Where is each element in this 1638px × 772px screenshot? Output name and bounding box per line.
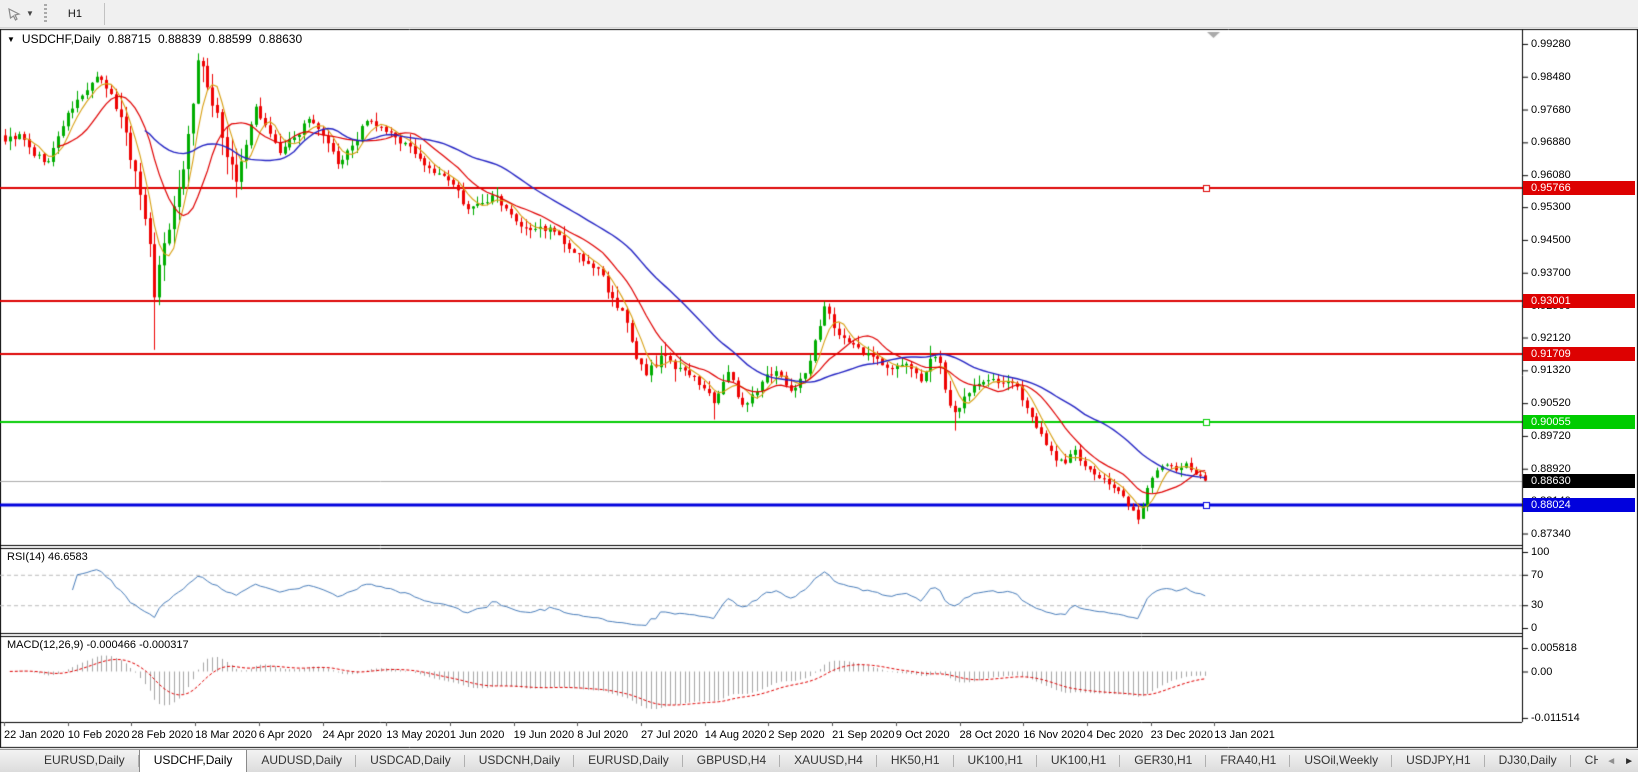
time-axis-label: 28 Oct 2020: [960, 729, 1020, 741]
price-axis-tick: 0.90520: [1531, 397, 1631, 410]
time-axis-label: 10 Feb 2020: [68, 729, 130, 741]
price-axis-tick: 0.94500: [1531, 234, 1631, 247]
time-axis-label: 28 Feb 2020: [131, 729, 193, 741]
cursor-tool-icon[interactable]: [6, 6, 24, 22]
chart-tab-usdcad-daily[interactable]: USDCAD,Daily: [356, 750, 465, 772]
price-axis-tick: 0.98480: [1531, 71, 1631, 84]
time-axis-label: 8 Jul 2020: [577, 729, 628, 741]
chart-tab-china300-h1[interactable]: CHINA300,H1: [1571, 750, 1598, 772]
time-axis-label: 22 Jan 2020: [4, 729, 65, 741]
ohlc-low: 0.88599: [208, 32, 251, 46]
chart-symbol-label: USDCHF,Daily: [22, 32, 101, 46]
time-axis-label: 18 Mar 2020: [195, 729, 257, 741]
time-axis-label: 13 May 2020: [386, 729, 450, 741]
toolbar-separator: [104, 3, 105, 25]
tab-scroll-right-icon[interactable]: ►: [1624, 756, 1634, 767]
time-axis-label: 21 Sep 2020: [832, 729, 894, 741]
time-axis-label: 4 Dec 2020: [1087, 729, 1143, 741]
mt4-window: ▼ M1M5M15M30H1H4D1W1MN ▼ USDCHF,Daily 0.…: [0, 0, 1638, 772]
chart-tab-eurusd-daily[interactable]: EURUSD,Daily: [574, 750, 683, 772]
chart-tab-audusd-daily[interactable]: AUDUSD,Daily: [247, 750, 356, 772]
chevron-down-icon[interactable]: ▼: [26, 9, 34, 18]
macd-axis-tick: 0.005818: [1531, 642, 1631, 655]
tab-scroll-controls: ◄ ►: [1606, 750, 1634, 772]
time-axis-label: 2 Sep 2020: [768, 729, 824, 741]
rsi-axis-tick: 100: [1531, 546, 1631, 559]
rsi-axis-tick: 30: [1531, 599, 1631, 612]
chart-tab-usdjpy-h1[interactable]: USDJPY,H1: [1392, 750, 1484, 772]
price-axis-tick: 0.96880: [1531, 136, 1631, 149]
chart-tab-hk50-h1[interactable]: HK50,H1: [877, 750, 954, 772]
rsi-axis-tick: 0: [1531, 622, 1631, 635]
ohlc-high: 0.88839: [158, 32, 201, 46]
macd-axis-tick: 0.00: [1531, 666, 1631, 679]
rsi-axis-tick: 70: [1531, 569, 1631, 582]
chart-title: ▼ USDCHF,Daily 0.88715 0.88839 0.88599 0…: [7, 32, 302, 46]
price-axis-tick: 0.91320: [1531, 364, 1631, 377]
chart-tab-gbpusd-h4[interactable]: GBPUSD,H4: [683, 750, 780, 772]
price-line-label: 0.91709: [1523, 347, 1635, 361]
chart-tab-xauusd-h4[interactable]: XAUUSD,H4: [780, 750, 877, 772]
time-axis-label: 24 Apr 2020: [323, 729, 382, 741]
rsi-indicator-label: RSI(14) 46.6583: [7, 551, 88, 563]
chart-tab-usdcnh-daily[interactable]: USDCNH,Daily: [465, 750, 574, 772]
chart-tab-eurusd-daily[interactable]: EURUSD,Daily: [30, 750, 139, 772]
price-line-label: 0.95766: [1523, 181, 1635, 195]
price-axis-tick: 0.99280: [1531, 38, 1631, 51]
time-axis-label: 27 Jul 2020: [641, 729, 698, 741]
ohlc-open: 0.88715: [108, 32, 151, 46]
price-axis-tick: 0.97680: [1531, 104, 1631, 117]
chart-tabs: EURUSD,DailyUSDCHF,DailyAUDUSD,DailyUSDC…: [30, 750, 1598, 772]
chart-tab-bar: EURUSD,DailyUSDCHF,DailyAUDUSD,DailyUSDC…: [0, 749, 1638, 772]
price-line-label: 0.88630: [1523, 474, 1635, 488]
time-axis-label: 6 Apr 2020: [259, 729, 312, 741]
time-axis-label: 16 Nov 2020: [1023, 729, 1085, 741]
time-axis-label: 19 Jun 2020: [514, 729, 575, 741]
chart-tab-usdchf-daily[interactable]: USDCHF,Daily: [139, 750, 248, 772]
tab-scroll-left-icon[interactable]: ◄: [1606, 756, 1616, 767]
ohlc-close: 0.88630: [259, 32, 302, 46]
price-line-label: 0.88024: [1523, 498, 1635, 512]
chart-tab-dj30-daily[interactable]: DJ30,Daily: [1485, 750, 1571, 772]
price-axis-tick: 0.95300: [1531, 201, 1631, 214]
time-axis-label: 9 Oct 2020: [896, 729, 950, 741]
price-axis-tick: 0.93700: [1531, 267, 1631, 280]
toolbar-grip: [44, 4, 47, 24]
chart-area: ▼ USDCHF,Daily 0.88715 0.88839 0.88599 0…: [0, 28, 1638, 749]
price-axis-tick: 0.92120: [1531, 332, 1631, 345]
time-axis-label: 14 Aug 2020: [705, 729, 767, 741]
chart-tab-ger30-h1[interactable]: GER30,H1: [1120, 750, 1206, 772]
toolbar: ▼ M1M5M15M30H1H4D1W1MN: [0, 0, 1638, 28]
price-line-label: 0.93001: [1523, 294, 1635, 308]
price-axis-tick: 0.89720: [1531, 430, 1631, 443]
macd-indicator-label: MACD(12,26,9) -0.000466 -0.000317: [7, 639, 189, 651]
price-chart-canvas[interactable]: [0, 28, 1638, 749]
time-axis-label: 13 Jan 2021: [1214, 729, 1275, 741]
chart-tab-fra40-h1[interactable]: FRA40,H1: [1206, 750, 1290, 772]
time-axis-label: 1 Jun 2020: [450, 729, 504, 741]
chart-tab-uk100-h1[interactable]: UK100,H1: [1037, 750, 1120, 772]
chart-tab-uk100-h1[interactable]: UK100,H1: [954, 750, 1037, 772]
price-line-label: 0.90055: [1523, 415, 1635, 429]
macd-axis-tick: -0.011514: [1531, 712, 1631, 725]
price-axis-tick: 0.87340: [1531, 528, 1631, 541]
chart-tab-usoil-weekly[interactable]: USOil,Weekly: [1290, 750, 1392, 772]
time-axis-label: 23 Dec 2020: [1151, 729, 1213, 741]
timeframe-button-h1[interactable]: H1: [57, 4, 93, 24]
symbol-dropdown-icon: ▼: [7, 35, 15, 44]
